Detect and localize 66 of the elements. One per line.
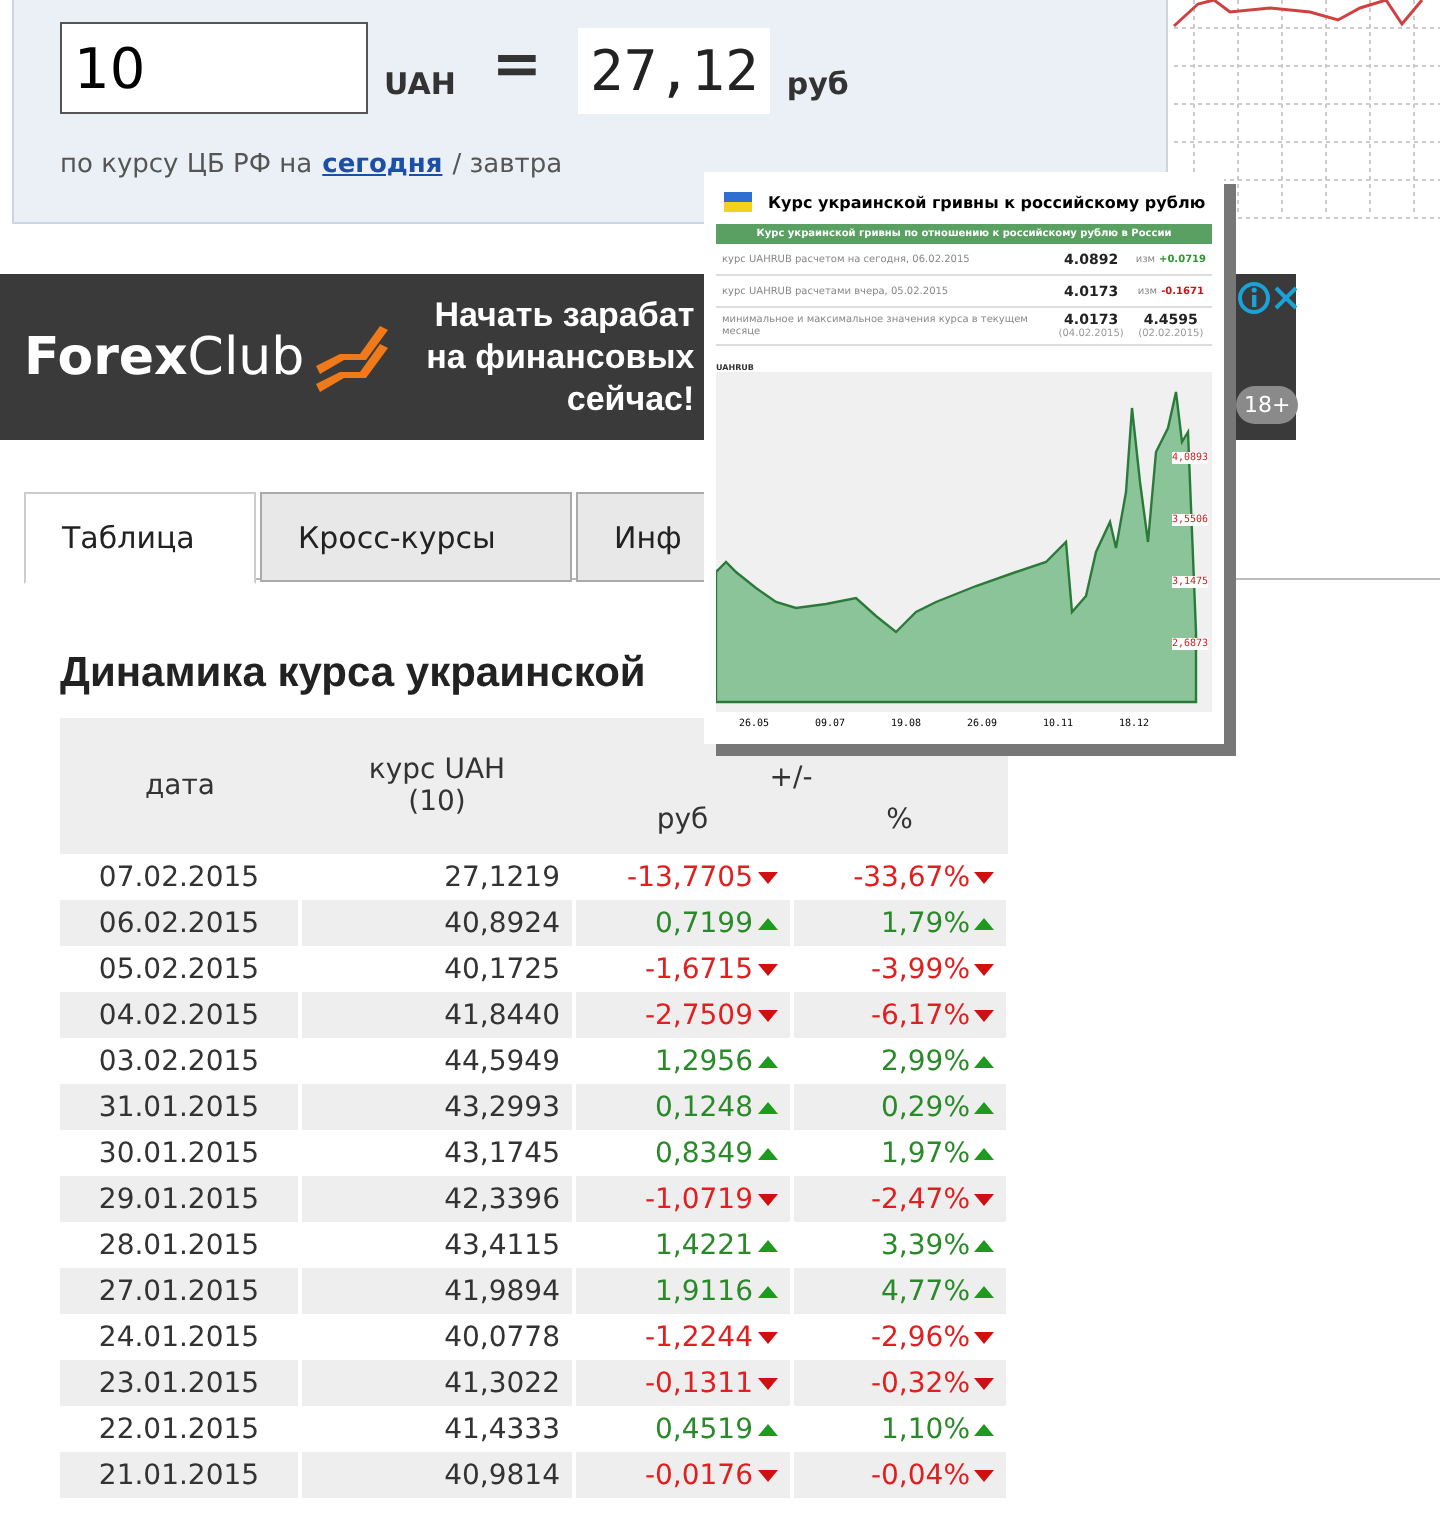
today-link[interactable]: сегодня	[322, 150, 443, 180]
table-cell: 29.01.2015	[60, 1176, 300, 1222]
ad-text: на финансовых	[424, 336, 695, 378]
ad-text: Начать зарабат	[432, 294, 695, 336]
change-value: -6,17%	[870, 999, 970, 1031]
change-value: -33,67%	[853, 861, 970, 893]
table-cell: 04.02.2015	[60, 992, 300, 1038]
currency-label: UAH	[384, 66, 456, 106]
column-header: %	[791, 799, 1008, 854]
change-value: -2,96%	[870, 1321, 970, 1353]
brand-logo: ForexClub	[24, 327, 305, 387]
change-value: 3,39%	[881, 1229, 970, 1261]
rate-note: по курсу ЦБ РФ на	[60, 150, 313, 180]
change-value: 2,99%	[881, 1045, 970, 1077]
section-heading: Динамика курса украинской	[60, 650, 648, 698]
popup-title: Курс украинской гривны к российскому рублю	[768, 193, 1206, 211]
change-value: -1,0719	[644, 1183, 753, 1215]
ad-text: сейчас!	[564, 378, 695, 420]
table-cell: 40,9814	[300, 1452, 574, 1498]
table-cell: 43,2993	[300, 1084, 574, 1130]
flag-icon	[724, 192, 752, 212]
change-value: -2,47%	[870, 1183, 970, 1215]
amount-field[interactable]: 10	[60, 22, 368, 114]
tab[interactable]: Таблица	[24, 492, 256, 584]
table-cell: 41,3022	[300, 1360, 574, 1406]
table-cell: 42,3396	[300, 1176, 574, 1222]
table-cell: 41,8440	[300, 992, 574, 1038]
table-cell: 31.01.2015	[60, 1084, 300, 1130]
table-cell: 40,8924	[300, 900, 574, 946]
change-value: 1,2956	[655, 1045, 753, 1077]
change-value: 0,7199	[655, 907, 753, 939]
change-value: 1,9116	[655, 1275, 753, 1307]
equals-sign: =	[489, 28, 545, 104]
table-cell: 23.01.2015	[60, 1360, 300, 1406]
tab[interactable]: Кросс-курсы	[260, 492, 572, 582]
change-value: 1,79%	[881, 907, 970, 939]
change-value: -0,1311	[644, 1367, 753, 1399]
age-badge: 18+	[1236, 386, 1299, 424]
change-value: 0,8349	[655, 1137, 753, 1169]
change-value: -0,04%	[870, 1459, 970, 1491]
change-value: -13,7705	[627, 861, 753, 893]
change-value: 0,1248	[655, 1091, 753, 1123]
change-value: 1,10%	[881, 1413, 970, 1445]
currency-label: руб	[786, 66, 849, 106]
column-header: дата	[60, 718, 300, 854]
change-value: 1,4221	[655, 1229, 753, 1261]
table-cell: 06.02.2015	[60, 900, 300, 946]
change-value: -2,7509	[644, 999, 753, 1031]
table-cell: 41,9894	[300, 1268, 574, 1314]
close-icon[interactable]	[1272, 284, 1300, 312]
table-cell: 27.01.2015	[60, 1268, 300, 1314]
change-value: 4,77%	[881, 1275, 970, 1307]
change-value: -1,6715	[644, 953, 753, 985]
result-value: 27,12	[578, 28, 771, 114]
change-value: 0,29%	[881, 1091, 970, 1123]
column-header: курс UAH (10)	[300, 718, 574, 854]
column-header: руб	[574, 799, 791, 854]
change-value: 1,97%	[881, 1137, 970, 1169]
tomorrow-link[interactable]: / завтра	[452, 150, 563, 180]
change-value: -1,2244	[644, 1321, 753, 1353]
change-value: -3,99%	[870, 953, 970, 985]
table-cell: 21.01.2015	[60, 1452, 300, 1498]
change-value: -0,32%	[870, 1367, 970, 1399]
change-value: 0,4519	[655, 1413, 753, 1445]
info-icon	[1238, 282, 1270, 314]
change-value: -0,0176	[644, 1459, 753, 1491]
